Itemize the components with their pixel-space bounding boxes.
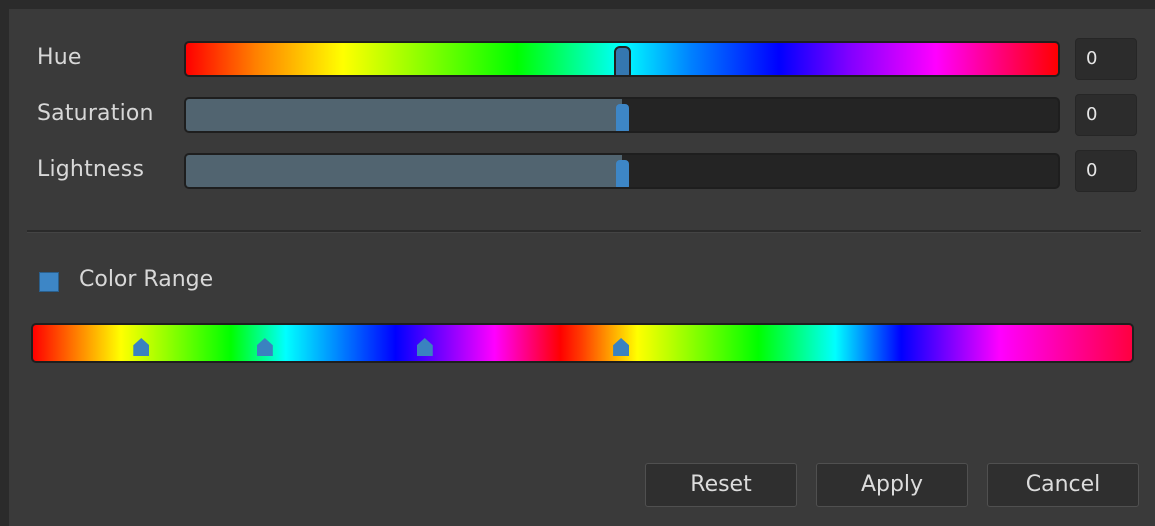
lightness-label: Lightness xyxy=(37,157,145,182)
hue-slider-handle[interactable] xyxy=(614,46,631,75)
lightness-slider[interactable] xyxy=(184,153,1060,189)
cancel-button[interactable]: Cancel xyxy=(987,463,1139,507)
hue-slider[interactable] xyxy=(184,41,1060,77)
apply-button[interactable]: Apply xyxy=(816,463,968,507)
saturation-value-field[interactable]: 0 xyxy=(1075,94,1137,136)
saturation-slider-handle[interactable] xyxy=(616,104,629,131)
lightness-slider-fill xyxy=(186,155,622,187)
color-range-label: Color Range xyxy=(79,267,214,292)
color-range-checkbox[interactable] xyxy=(39,272,59,292)
hue-label: Hue xyxy=(37,45,82,70)
reset-button[interactable]: Reset xyxy=(645,463,797,507)
lightness-value-field[interactable]: 0 xyxy=(1075,150,1137,192)
saturation-label: Saturation xyxy=(37,101,154,126)
saturation-slider-fill xyxy=(186,99,622,131)
section-divider xyxy=(27,230,1141,233)
color-range-bar[interactable] xyxy=(31,323,1134,363)
lightness-slider-handle[interactable] xyxy=(616,160,629,187)
saturation-slider[interactable] xyxy=(184,97,1060,133)
hue-value-field[interactable]: 0 xyxy=(1075,38,1137,80)
hsl-panel: Hue 0 Saturation 0 Lightness 0 Color Ran… xyxy=(9,9,1155,526)
